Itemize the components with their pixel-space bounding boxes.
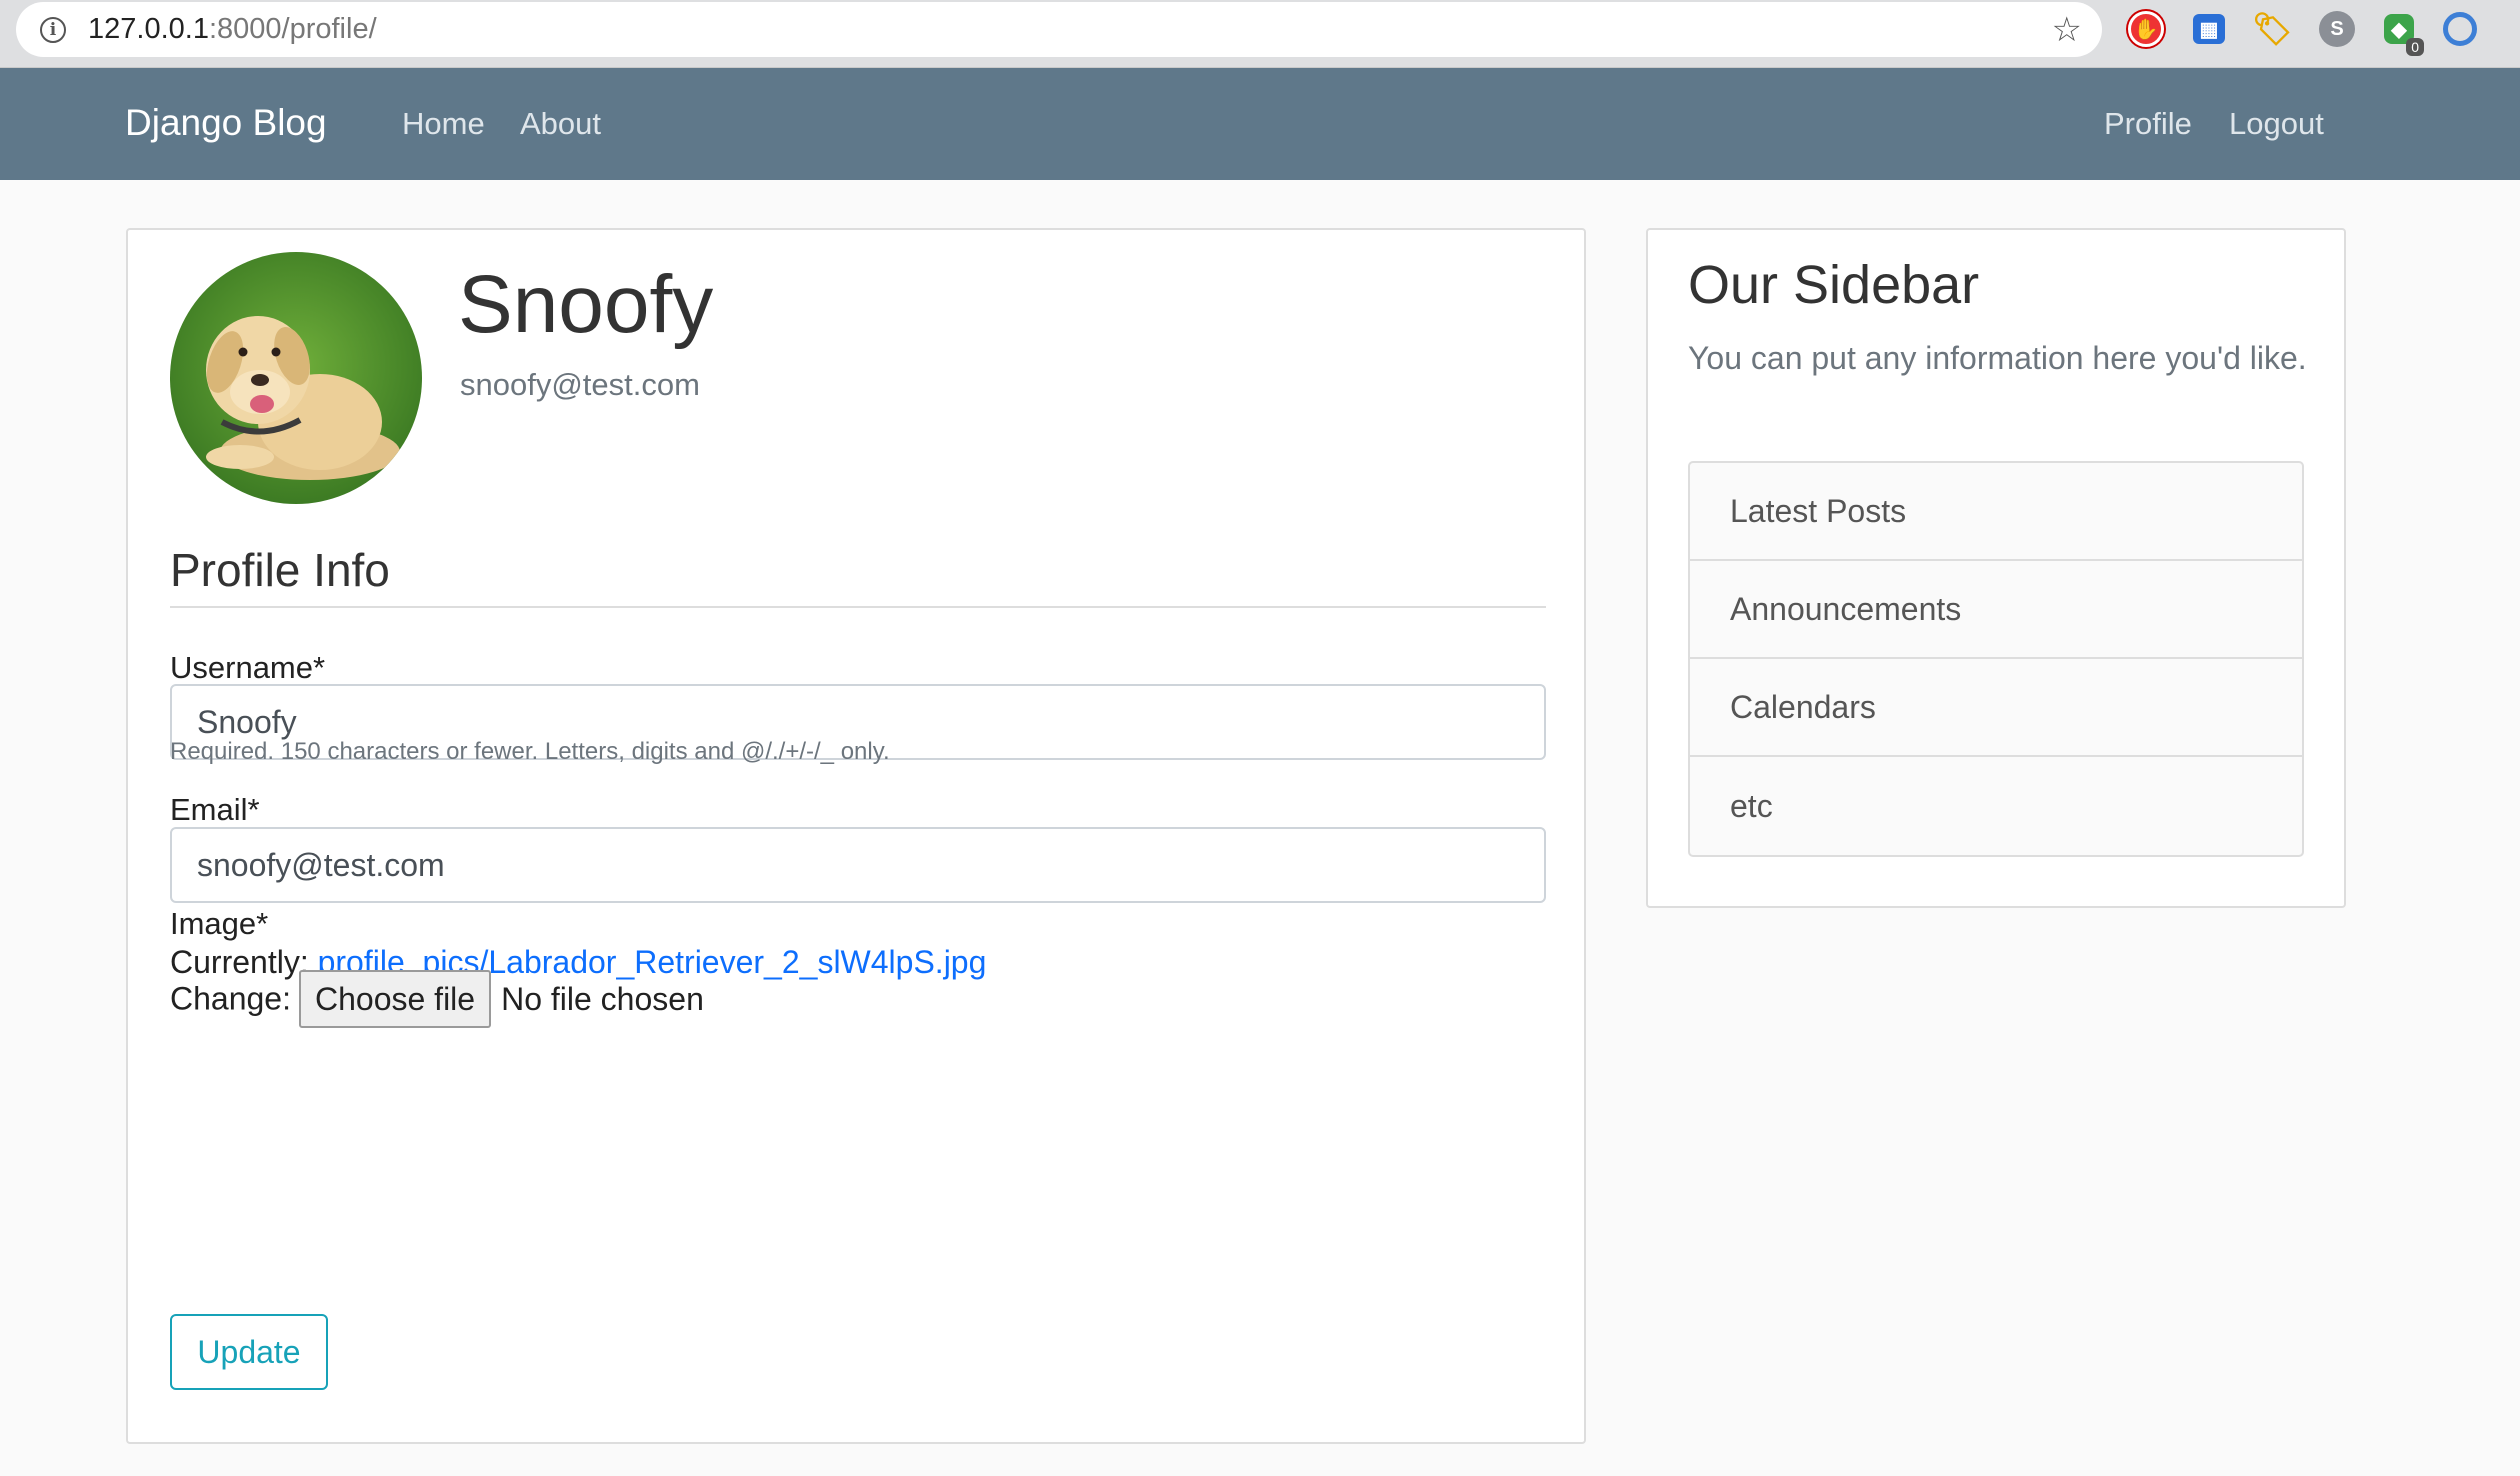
site-navbar: Django Blog Home About Profile Logout: [0, 68, 2520, 180]
adblock-extension-icon[interactable]: ✋: [2128, 11, 2164, 47]
nav-home-link[interactable]: Home: [402, 106, 485, 142]
change-image-row: Change: Choose file No file chosen: [170, 970, 704, 1028]
s-extension-icon[interactable]: S: [2319, 11, 2355, 47]
change-label: Change:: [170, 980, 291, 1017]
sidebar-title: Our Sidebar: [1688, 255, 1980, 315]
address-bar[interactable]: i 127.0.0.1:8000/profile/ ☆: [16, 2, 2102, 57]
brand-link[interactable]: Django Blog: [125, 102, 327, 144]
sidebar-list: Latest Posts Announcements Calendars etc: [1688, 461, 2304, 857]
nav-about-link[interactable]: About: [520, 106, 601, 142]
extension-icons: ✋ ▦ 🏷 S ◆ 0: [2128, 8, 2477, 56]
file-status-text: No file chosen: [501, 980, 704, 1017]
url-text[interactable]: 127.0.0.1:8000/profile/: [88, 13, 377, 46]
sidebar-item-etc[interactable]: etc: [1690, 757, 2302, 855]
sidebar-item-calendars[interactable]: Calendars: [1690, 659, 2302, 757]
email-input[interactable]: [170, 827, 1546, 903]
green-extension-icon[interactable]: ◆ 0: [2384, 14, 2424, 56]
email-label: Email*: [170, 792, 260, 827]
circle-extension-icon[interactable]: [2443, 12, 2477, 46]
bookmark-star-icon[interactable]: ☆: [2052, 10, 2082, 50]
profile-info-heading: Profile Info: [170, 544, 390, 596]
update-button[interactable]: Update: [170, 1314, 328, 1390]
extension-badge: 0: [2406, 38, 2424, 56]
browser-toolbar: i 127.0.0.1:8000/profile/ ☆ ✋ ▦ 🏷 S ◆ 0: [0, 0, 2520, 68]
nav-logout-link[interactable]: Logout: [2229, 106, 2324, 142]
sidebar-text: You can put any information here you'd l…: [1688, 340, 2307, 376]
heading-divider: [170, 606, 1546, 608]
profile-card: Snoofy snoofy@test.com Profile Info User…: [126, 228, 1586, 1444]
avatar: [170, 252, 422, 504]
image-label: Image*: [170, 906, 269, 941]
tag-extension-icon[interactable]: 🏷: [2252, 11, 2293, 47]
username-label: Username*: [170, 650, 326, 685]
account-email: snoofy@test.com: [460, 367, 700, 402]
site-info-icon[interactable]: i: [40, 16, 66, 43]
choose-file-button[interactable]: Choose file: [298, 970, 492, 1028]
username-help-text: Required. 150 characters or fewer. Lette…: [170, 738, 890, 765]
account-username: Snoofy: [458, 259, 714, 350]
dog-photo: [170, 252, 422, 504]
sidebar-item-latest-posts[interactable]: Latest Posts: [1690, 463, 2302, 561]
sidebar-card: Our Sidebar You can put any information …: [1646, 228, 2346, 908]
sidebar-item-announcements[interactable]: Announcements: [1690, 561, 2302, 659]
grid-extension-icon[interactable]: ▦: [2193, 14, 2225, 44]
nav-profile-link[interactable]: Profile: [2104, 106, 2192, 142]
